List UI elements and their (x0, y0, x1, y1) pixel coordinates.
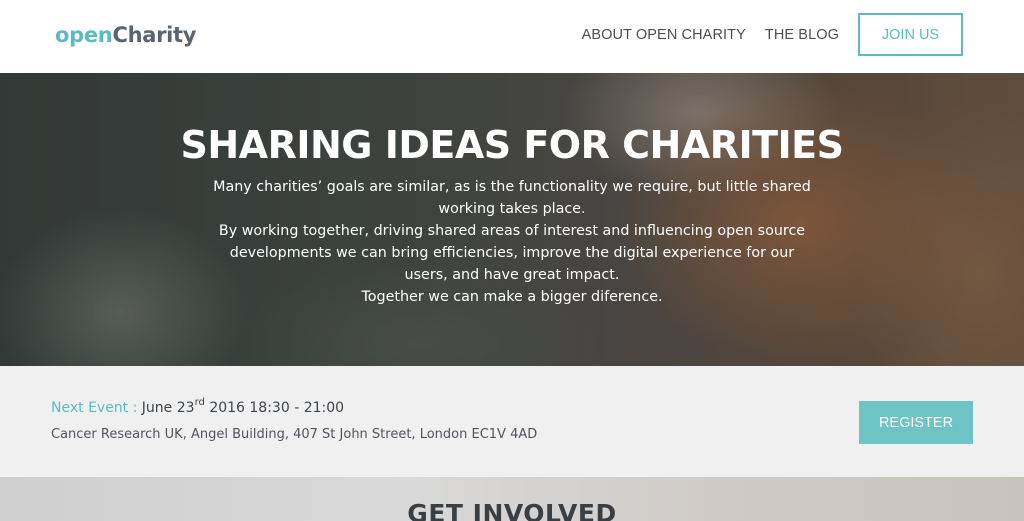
event-time: 2016 18:30 - 21:00 (209, 400, 345, 416)
main-nav: ABOUT OPEN CHARITY THE BLOG JOIN US (582, 13, 963, 56)
nav-blog-link[interactable]: THE BLOG (765, 27, 839, 43)
logo-charity: Charity (112, 23, 197, 47)
logo-text: openCharity (55, 23, 196, 47)
next-event-strip: Next Event : June 23rd 2016 18:30 - 21:0… (0, 366, 1024, 477)
get-involved-section: GET INVOLVED (0, 477, 1024, 521)
nav-about-link[interactable]: ABOUT OPEN CHARITY (582, 27, 746, 43)
event-datetime: Next Event : June 23rd 2016 18:30 - 21:0… (51, 397, 345, 417)
event-label: Next Event : (51, 400, 138, 416)
register-button[interactable]: REGISTER (859, 401, 973, 444)
hero-line-2: By working together, driving shared area… (218, 223, 806, 283)
hero-line-1: Many charities’ goals are similar, as is… (213, 179, 811, 217)
event-date: June 23 (141, 400, 195, 416)
site-header: openCharity ABOUT OPEN CHARITY THE BLOG … (0, 0, 1024, 73)
event-location: Cancer Research UK, Angel Building, 407 … (51, 427, 538, 442)
hero-description: Many charities’ goals are similar, as is… (212, 176, 812, 308)
site-logo[interactable]: openCharity (55, 20, 196, 50)
logo-open: open (55, 23, 113, 47)
get-involved-title: GET INVOLVED (407, 499, 617, 521)
event-date-suffix: rd (194, 397, 205, 408)
hero-banner: SHARING IDEAS FOR CHARITIES Many chariti… (0, 73, 1024, 366)
hero-title: SHARING IDEAS FOR CHARITIES (180, 123, 845, 167)
join-us-button[interactable]: JOIN US (858, 13, 963, 56)
hero-line-3: Together we can make a bigger diference. (361, 289, 663, 305)
